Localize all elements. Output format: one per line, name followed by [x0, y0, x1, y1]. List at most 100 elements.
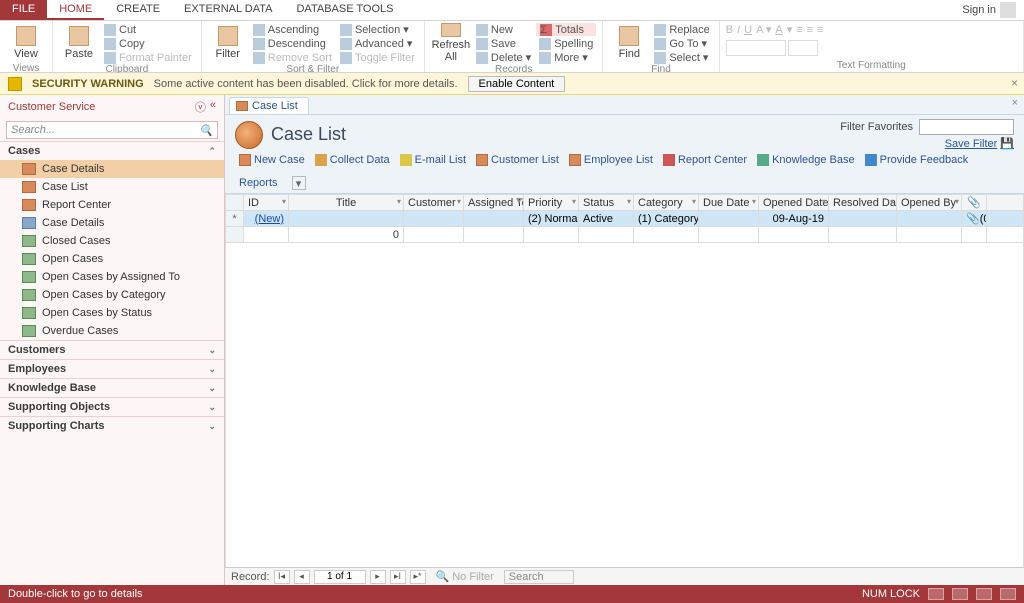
advanced-button[interactable]: Advanced ▾: [337, 37, 418, 50]
view-button[interactable]: View: [6, 23, 46, 63]
replace-button[interactable]: Replace: [651, 23, 712, 36]
link-customer-list[interactable]: Customer List: [476, 154, 559, 166]
nav-item-open-cases-assigned[interactable]: Open Cases by Assigned To: [0, 268, 224, 286]
status-message: Double-click to go to details: [8, 588, 143, 600]
doc-tab-case-list[interactable]: Case List: [229, 97, 309, 114]
filter-favorites-combo[interactable]: [919, 119, 1014, 135]
link-reports[interactable]: Reports: [239, 176, 278, 190]
nav-item-overdue-cases[interactable]: Overdue Cases: [0, 322, 224, 340]
paste-button[interactable]: Paste: [59, 23, 99, 63]
refresh-all-button[interactable]: Refresh All: [431, 23, 471, 63]
sign-in[interactable]: Sign in: [954, 0, 1024, 20]
copy-button[interactable]: Copy: [101, 37, 195, 50]
select-button[interactable]: Select ▾: [651, 51, 712, 64]
save-icon: [476, 38, 488, 50]
record-search-input[interactable]: Search: [504, 570, 574, 584]
delete-record-button[interactable]: Delete ▾: [473, 51, 534, 64]
row-selector-header[interactable]: [226, 195, 244, 211]
nav-item-case-details[interactable]: Case Details: [0, 160, 224, 178]
nav-item-open-cases-category[interactable]: Open Cases by Category: [0, 286, 224, 304]
nav-search-input[interactable]: Search... 🔍: [6, 121, 218, 139]
nav-item-case-list[interactable]: Case List: [0, 178, 224, 196]
nav-section-kb[interactable]: Knowledge Base⌄: [0, 378, 224, 397]
selection-button[interactable]: Selection ▾: [337, 23, 418, 36]
tab-database-tools[interactable]: DATABASE TOOLS: [284, 0, 405, 20]
security-close-button[interactable]: ×: [1011, 76, 1018, 90]
nav-item-report-center[interactable]: Report Center: [0, 196, 224, 214]
link-email-list[interactable]: E-mail List: [400, 154, 466, 166]
enable-content-button[interactable]: Enable Content: [468, 76, 566, 92]
nav-section-employees[interactable]: Employees⌄: [0, 359, 224, 378]
save-filter-link[interactable]: Save Filter💾: [945, 137, 1014, 150]
col-opened-date[interactable]: Opened Date▾: [759, 195, 829, 211]
col-priority[interactable]: Priority▾: [524, 195, 579, 211]
nav-item-open-cases[interactable]: Open Cases: [0, 250, 224, 268]
goto-button[interactable]: Go To ▾: [651, 37, 712, 50]
remove-sort-button[interactable]: Remove Sort: [250, 51, 335, 64]
link-report-center[interactable]: Report Center: [663, 154, 747, 166]
form-icon: [22, 199, 36, 211]
link-employee-list[interactable]: Employee List: [569, 154, 653, 166]
link-knowledge-base[interactable]: Knowledge Base: [757, 154, 855, 166]
view-datasheet-button[interactable]: [952, 588, 968, 600]
new-id-link[interactable]: (New): [255, 213, 284, 225]
col-due-date[interactable]: Due Date▾: [699, 195, 759, 211]
font-family-combo[interactable]: [726, 40, 786, 56]
col-title[interactable]: Title▾: [289, 195, 404, 211]
font-size-combo[interactable]: [788, 40, 818, 56]
tab-file[interactable]: FILE: [0, 0, 47, 20]
nav-section-supporting-objects[interactable]: Supporting Objects⌄: [0, 397, 224, 416]
col-customer[interactable]: Customer▾: [404, 195, 464, 211]
new-record-row[interactable]: * (New) (2) Normal Active (1) Category 0…: [226, 211, 1024, 227]
nav-section-customers[interactable]: Customers⌄: [0, 340, 224, 359]
nav-last-button[interactable]: ▸I: [390, 570, 406, 584]
col-resolved-date[interactable]: Resolved Date▾: [829, 195, 897, 211]
nav-section-supporting-charts[interactable]: Supporting Charts⌄: [0, 416, 224, 435]
descending-button[interactable]: Descending: [250, 37, 335, 50]
more-button[interactable]: More ▾: [536, 51, 596, 64]
nav-item-case-details-report[interactable]: Case Details: [0, 214, 224, 232]
link-collect-data[interactable]: Collect Data: [315, 154, 390, 166]
datasheet-grid[interactable]: ID▾ Title▾ Customer▾ Assigned To▾ Priori…: [225, 194, 1024, 567]
nav-new-button[interactable]: ▸*: [410, 570, 426, 584]
nav-first-button[interactable]: I◂: [274, 570, 290, 584]
link-provide-feedback[interactable]: Provide Feedback: [865, 154, 969, 166]
nav-collapse-icon[interactable]: «: [210, 99, 216, 115]
format-painter-button[interactable]: Format Painter: [101, 51, 195, 64]
text-format-tools[interactable]: BIU A ▾A▾ ≡≡≡: [726, 23, 824, 36]
view-layout-button[interactable]: [976, 588, 992, 600]
filter-button[interactable]: Filter: [208, 23, 248, 63]
nav-item-closed-cases[interactable]: Closed Cases: [0, 232, 224, 250]
tab-external-data[interactable]: EXTERNAL DATA: [172, 0, 284, 20]
col-assigned-to[interactable]: Assigned To▾: [464, 195, 524, 211]
reports-dropdown[interactable]: ▾: [292, 176, 306, 190]
totals-button[interactable]: ΣTotals: [536, 23, 596, 36]
nav-dropdown-icon[interactable]: ⓥ: [195, 99, 206, 115]
nav-next-button[interactable]: ▸: [370, 570, 386, 584]
cut-button[interactable]: Cut: [101, 23, 195, 36]
doc-tab-close-button[interactable]: ×: [1012, 97, 1018, 109]
toggle-filter-button[interactable]: Toggle Filter: [337, 51, 418, 64]
col-category[interactable]: Category▾: [634, 195, 699, 211]
col-attachments[interactable]: 📎: [962, 195, 987, 211]
nav-title[interactable]: Customer Service ⓥ«: [0, 95, 224, 119]
link-new-case[interactable]: New Case: [239, 154, 305, 166]
spelling-button[interactable]: Spelling: [536, 37, 596, 50]
tab-create[interactable]: CREATE: [104, 0, 172, 20]
spelling-icon: [539, 38, 551, 50]
col-opened-by[interactable]: Opened By▾: [897, 195, 962, 211]
view-design-button[interactable]: [1000, 588, 1016, 600]
nav-section-cases[interactable]: Cases⌃: [0, 141, 224, 160]
view-form-button[interactable]: [928, 588, 944, 600]
tab-home[interactable]: HOME: [47, 0, 104, 20]
new-record-button[interactable]: New: [473, 23, 534, 36]
col-id[interactable]: ID▾: [244, 195, 289, 211]
col-status[interactable]: Status▾: [579, 195, 634, 211]
record-position-input[interactable]: [314, 570, 366, 584]
nav-item-open-cases-status[interactable]: Open Cases by Status: [0, 304, 224, 322]
ascending-button[interactable]: Ascending: [250, 23, 335, 36]
save-record-button[interactable]: Save: [473, 37, 534, 50]
no-filter-indicator[interactable]: 🔍 No Filter: [436, 570, 494, 583]
find-button[interactable]: Find: [609, 23, 649, 63]
nav-prev-button[interactable]: ◂: [294, 570, 310, 584]
